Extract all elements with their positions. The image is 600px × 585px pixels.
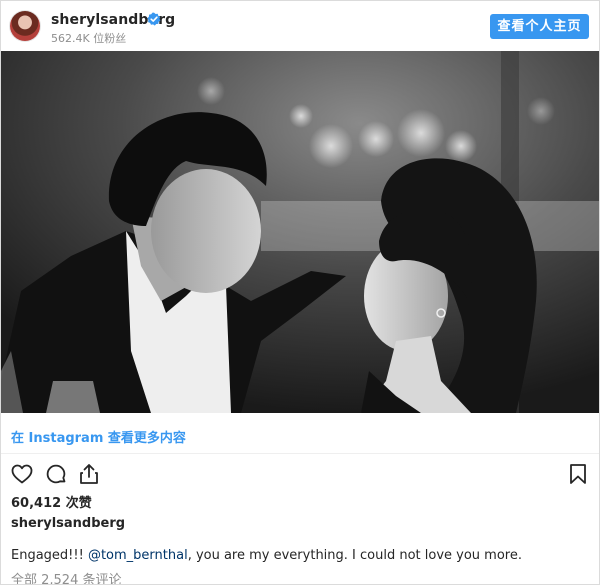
heart-icon[interactable] bbox=[10, 462, 34, 486]
post-photo-image bbox=[1, 51, 599, 413]
post-username[interactable]: sherylsandberg bbox=[11, 516, 125, 531]
view-on-instagram-link[interactable]: 在 Instagram 查看更多内容 bbox=[11, 427, 186, 446]
verified-badge-icon bbox=[147, 12, 161, 26]
caption-text: Engaged!!! bbox=[11, 548, 88, 563]
like-count[interactable]: 60,412 次赞 bbox=[11, 492, 92, 511]
view-comments-link[interactable]: 全部 2,524 条评论 bbox=[11, 569, 121, 584]
divider bbox=[1, 453, 599, 454]
bookmark-icon[interactable] bbox=[566, 462, 590, 486]
post-card: sherylsandberg 562.4K 位粉丝 查看个人主页 在 Insta… bbox=[0, 0, 600, 585]
post-caption: Engaged!!! @tom_bernthal, you are my eve… bbox=[11, 548, 522, 563]
caption-mention[interactable]: @tom_bernthal bbox=[88, 548, 188, 563]
share-icon[interactable] bbox=[77, 462, 101, 486]
follower-count: 562.4K 位粉丝 bbox=[51, 32, 127, 45]
avatar[interactable] bbox=[10, 11, 40, 41]
caption-text-end: , you are my everything. I could not lov… bbox=[187, 548, 522, 563]
post-photo[interactable] bbox=[1, 51, 599, 413]
comment-icon[interactable] bbox=[44, 462, 68, 486]
post-header: sherylsandberg 562.4K 位粉丝 查看个人主页 bbox=[1, 1, 599, 51]
view-profile-button[interactable]: 查看个人主页 bbox=[490, 14, 589, 39]
